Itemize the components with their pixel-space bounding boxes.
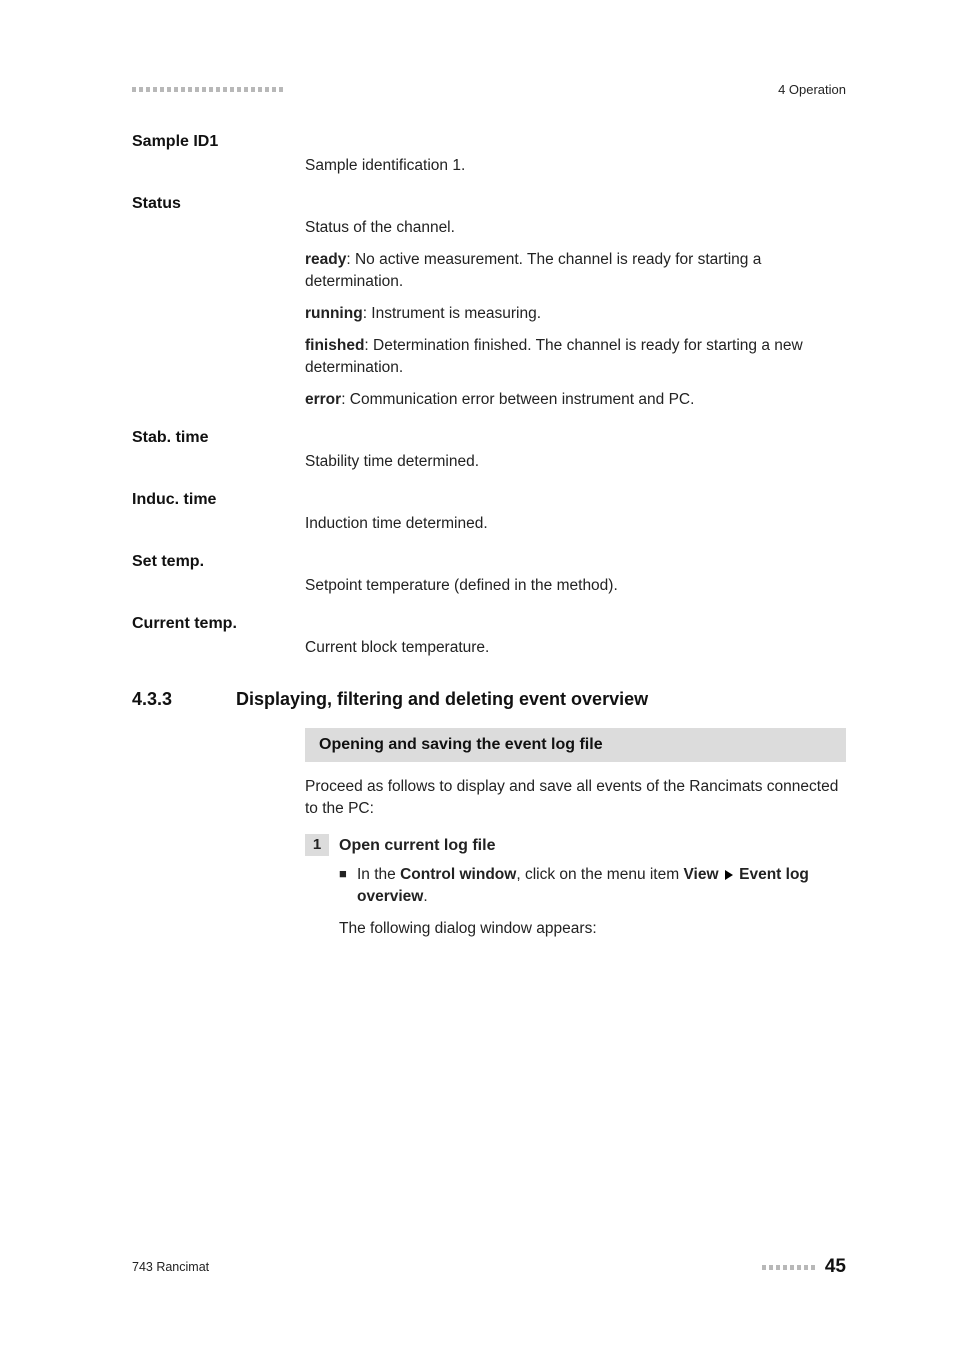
step-number-box: 1 [305,834,329,856]
subheader-bar: Opening and saving the event log file [305,728,846,762]
bullet-control-window: Control window [400,866,516,883]
bullet-text: In the Control window, click on the menu… [357,864,846,908]
bullet-end: . [423,888,427,905]
footer-product: 743 Rancimat [132,1260,209,1274]
header-dashes-left [132,87,283,92]
step-1: 1 Open current log file [305,834,846,858]
bullet-view: View [683,866,718,883]
after-step-text: The following dialog window appears: [339,918,846,940]
body-set-temp: Setpoint temperature (defined in the met… [305,575,846,597]
page-header: 4 Operation [132,82,846,97]
body-stab-time: Stability time determined. [305,451,846,473]
page-footer: 743 Rancimat 45 [132,1256,846,1278]
term-current-temp: Current temp. [132,615,305,659]
status-running-text: : Instrument is measuring. [363,305,541,322]
body-status-error: error: Communication error between instr… [305,389,846,411]
status-finished-label: finished [305,337,364,354]
body-induc-time: Induction time determined. [305,513,846,535]
term-set-temp: Set temp. [132,553,305,597]
page-number: 45 [825,1256,846,1278]
body-status-finished: finished: Determination finished. The ch… [305,335,846,379]
status-error-text: : Communication error between instrument… [341,391,694,408]
step-title: Open current log file [339,834,495,858]
status-ready-label: ready [305,251,346,268]
body-status-ready: ready: No active measurement. The channe… [305,249,846,293]
bullet-mid1: , click on the menu item [516,866,683,883]
status-finished-text: : Determination finished. The channel is… [305,337,803,376]
section-number: 4.3.3 [132,689,236,710]
body-status-running: running: Instrument is measuring. [305,303,846,325]
status-error-label: error [305,391,341,408]
term-stab-time: Stab. time [132,429,305,473]
section-intro: Proceed as follows to display and save a… [305,776,846,820]
body-sample-id1: Sample identification 1. [305,155,846,177]
status-ready-text: : No active measurement. The channel is … [305,251,761,290]
triangle-icon [725,870,733,880]
term-induc-time: Induc. time [132,491,305,535]
step-bullet: ■ In the Control window, click on the me… [339,864,846,908]
body-status-intro: Status of the channel. [305,217,846,239]
term-status: Status [132,195,305,411]
chapter-label: 4 Operation [778,82,846,97]
term-sample-id1: Sample ID1 [132,133,305,177]
status-running-label: running [305,305,363,322]
bullet-pre: In the [357,866,400,883]
body-current-temp: Current block temperature. [305,637,846,659]
footer-dashes-right [762,1265,815,1270]
section-heading: 4.3.3 Displaying, filtering and deleting… [132,689,846,710]
section-title: Displaying, filtering and deleting event… [236,689,846,710]
bullet-icon: ■ [339,864,357,908]
